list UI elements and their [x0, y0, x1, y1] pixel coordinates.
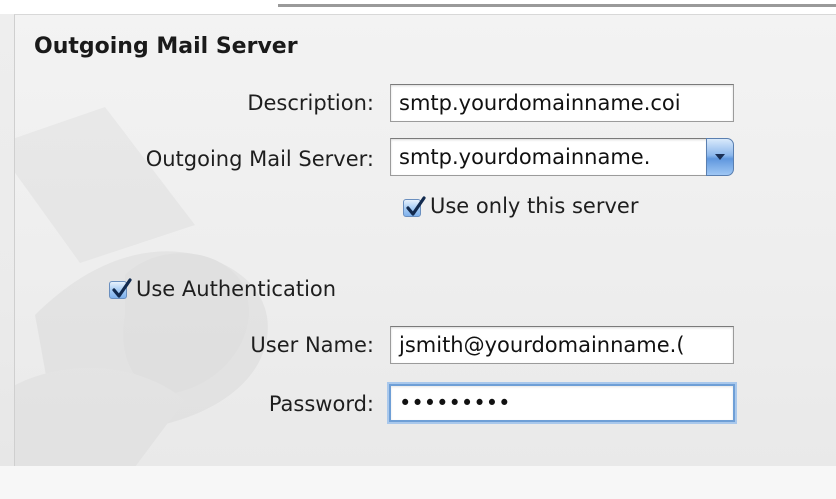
user-name-label: User Name: [250, 333, 374, 357]
outgoing-server-label: Outgoing Mail Server: [145, 147, 374, 171]
use-only-this-server-checkbox[interactable] [403, 196, 426, 217]
use-authentication-checkbox[interactable] [109, 278, 132, 299]
password-field[interactable]: ••••••••• [389, 384, 735, 422]
description-label: Description: [247, 91, 374, 115]
outgoing-server-field[interactable]: smtp.yourdomainname. [390, 138, 708, 176]
checkmark-icon [406, 196, 426, 216]
window-top-area [0, 0, 836, 14]
outgoing-server-dropdown-button[interactable] [706, 138, 734, 176]
user-name-field[interactable]: jsmith@yourdomainname.( [390, 326, 734, 364]
checkmark-icon [112, 278, 132, 298]
use-authentication-label[interactable]: Use Authentication [136, 277, 336, 301]
outgoing-server-combo[interactable]: smtp.yourdomainname. [390, 138, 734, 176]
password-label: Password: [268, 392, 374, 416]
chevron-down-icon [715, 154, 725, 160]
bottom-decorative-strip [0, 466, 836, 499]
mail-account-settings-window: Outgoing Mail Server Description: smtp.y… [0, 0, 836, 499]
window-divider [278, 4, 836, 7]
section-title: Outgoing Mail Server [34, 34, 298, 59]
use-only-this-server-label[interactable]: Use only this server [430, 194, 638, 218]
description-field[interactable]: smtp.yourdomainname.coi [390, 84, 734, 122]
